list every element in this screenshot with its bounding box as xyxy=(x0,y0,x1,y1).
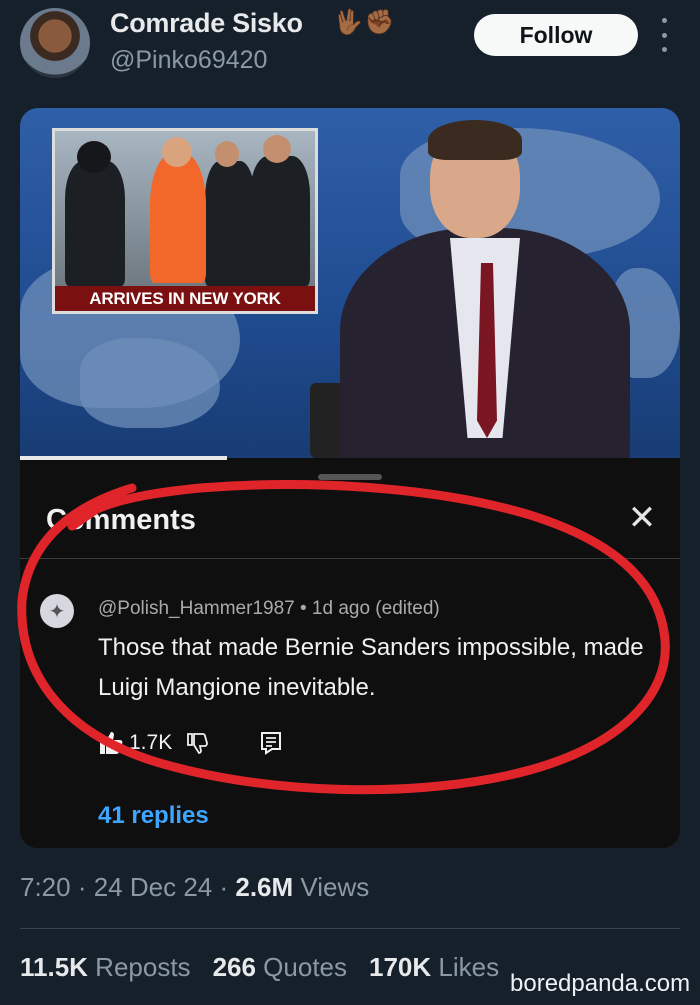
thumbs-down-icon xyxy=(187,733,209,754)
close-icon[interactable]: ✕ xyxy=(624,500,660,536)
quotes-stat[interactable]: 266 Quotes xyxy=(213,952,347,983)
more-options-icon[interactable] xyxy=(656,18,672,52)
replies-link[interactable]: 41 replies xyxy=(98,802,209,830)
author-avatar[interactable] xyxy=(20,8,90,78)
commenter-avatar[interactable]: ✦ xyxy=(40,594,74,628)
reply-button[interactable] xyxy=(260,731,282,755)
engagement-stats: 11.5K Reposts 266 Quotes 170K Likes xyxy=(20,952,499,983)
comment-meta: @Polish_Hammer1987 • 1d ago (edited) xyxy=(98,598,440,619)
author-name[interactable]: Comrade Sisko xyxy=(110,8,303,39)
author-handle[interactable]: @Pinko69420 xyxy=(110,46,267,75)
comments-title: Comments xyxy=(46,504,196,536)
follow-button[interactable]: Follow xyxy=(474,14,638,56)
comments-panel: Comments ✕ ✦ @Polish_Hammer1987 • 1d ago… xyxy=(20,460,680,848)
watermark: boredpanda.com xyxy=(506,970,695,998)
comment-text: Those that made Bernie Sanders impossibl… xyxy=(98,634,644,701)
news-inset: ARRIVES IN NEW YORK xyxy=(52,128,318,314)
media-card[interactable]: ARRIVES IN NEW YORK Comments ✕ ✦ @Polish… xyxy=(20,108,680,848)
post-time[interactable]: 7:20 xyxy=(20,872,71,902)
comment-actions: 1.7K xyxy=(98,728,282,758)
like-count: 1.7K xyxy=(129,731,173,754)
inset-caption: ARRIVES IN NEW YORK xyxy=(55,286,315,311)
divider xyxy=(20,928,680,929)
reply-comment-icon xyxy=(261,732,282,755)
drag-handle[interactable] xyxy=(318,474,382,480)
author-emoji: 🖖🏾✊🏾 xyxy=(333,9,397,36)
reposts-stat[interactable]: 11.5K Reposts xyxy=(20,952,191,983)
like-button[interactable]: 1.7K xyxy=(98,731,172,755)
dislike-button[interactable] xyxy=(186,731,210,755)
divider xyxy=(20,558,680,559)
post-meta: 7:20 · 24 Dec 24 · 2.6M Views xyxy=(20,872,370,902)
views-label: Views xyxy=(293,872,370,902)
post-date[interactable]: 24 Dec 24 xyxy=(94,872,213,902)
video-frame: ARRIVES IN NEW YORK xyxy=(20,108,680,458)
thumbs-up-icon xyxy=(100,732,123,754)
views-count: 2.6M xyxy=(235,872,294,902)
likes-stat[interactable]: 170K Likes xyxy=(369,952,499,983)
